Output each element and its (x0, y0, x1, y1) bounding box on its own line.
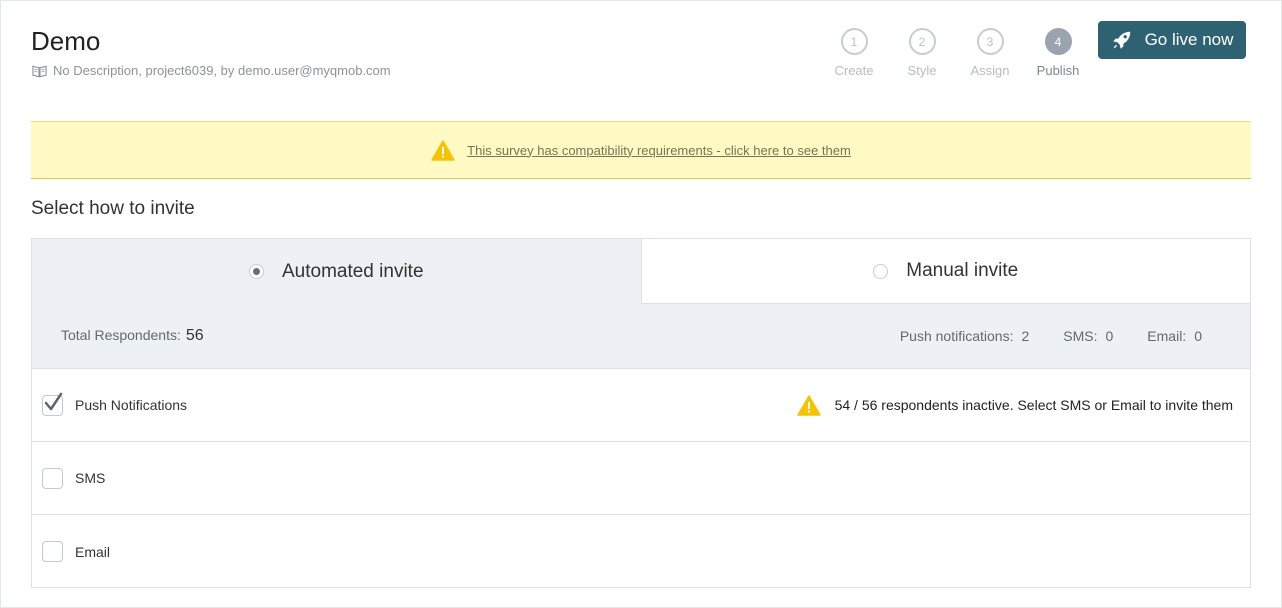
description-text: No Description, project6039, by demo.use… (53, 63, 391, 78)
tab-label: Automated invite (281, 260, 424, 282)
email-stat-value: 0 (1194, 328, 1202, 344)
tab-label: Manual invite (906, 260, 1019, 281)
sms-checkbox[interactable] (42, 467, 63, 489)
step-publish[interactable]: 4 Publish (1024, 28, 1092, 78)
channel-row-email: Email (32, 515, 1250, 588)
survey-title: Demo (31, 26, 101, 56)
total-respondents: Total Respondents: 56 (61, 327, 204, 345)
respondents-summary: Total Respondents: 56 Push notifications:… (32, 304, 1250, 369)
sms-stat-value: 0 (1105, 328, 1114, 344)
warning-icon (431, 139, 455, 161)
email-stat: Email: 0 (1147, 328, 1202, 344)
step-label: Assign (970, 63, 1010, 78)
step-create[interactable]: 1 Create (820, 28, 888, 78)
go-live-label: Go live now (1144, 30, 1234, 49)
push-stat-label: Push notifications: (899, 328, 1014, 344)
step-label: Create (834, 63, 874, 78)
inactive-warning-text: 54 / 56 respondents inactive. Select SMS… (834, 397, 1233, 413)
push-stat-value: 2 (1021, 328, 1030, 344)
channel-row-push: Push Notifications 54 / 56 respondents i… (32, 369, 1250, 442)
step-number: 1 (840, 28, 868, 55)
compatibility-banner: This survey has compatibility requiremen… (31, 121, 1251, 179)
invite-tabs: Automated invite Manual invite (32, 239, 1250, 304)
wizard-steps: 1 Create 2 Style 3 Assign 4 Publish (820, 28, 1092, 78)
book-icon (32, 65, 47, 77)
channel-stats: Push notifications: 2 SMS: 0 Email: 0 (900, 328, 1202, 344)
sms-stat-label: SMS: (1063, 328, 1098, 344)
tab-manual-invite[interactable]: Manual invite (640, 239, 1250, 304)
compatibility-link[interactable]: This survey has compatibility requiremen… (467, 143, 851, 158)
step-assign[interactable]: 3 Assign (956, 28, 1024, 78)
email-label: Email (75, 543, 111, 560)
manual-radio[interactable] (873, 263, 889, 279)
tab-automated-invite[interactable]: Automated invite (32, 239, 641, 304)
email-stat-label: Email: (1147, 328, 1187, 344)
go-live-button[interactable]: Go live now (1098, 21, 1246, 59)
push-checkbox[interactable] (42, 392, 63, 416)
step-number: 4 (1044, 28, 1072, 55)
total-value: 56 (185, 327, 204, 344)
channel-row-sms: SMS (32, 442, 1250, 515)
sms-stat: SMS: 0 (1063, 328, 1113, 344)
step-label: Style (907, 63, 937, 78)
total-label: Total Respondents: (61, 327, 181, 343)
section-title: Select how to invite (31, 198, 195, 219)
inactive-warning: 54 / 56 respondents inactive. Select SMS… (796, 394, 1233, 416)
email-checkbox[interactable] (42, 541, 63, 562)
invite-panel: Automated invite Manual invite Total Res… (31, 238, 1251, 588)
rocket-icon (1112, 31, 1130, 49)
automated-radio[interactable] (248, 264, 264, 279)
push-label: Push Notifications (75, 397, 188, 413)
survey-description: No Description, project6039, by demo.use… (32, 63, 391, 78)
step-label: Publish (1036, 63, 1080, 78)
push-stat: Push notifications: 2 (900, 328, 1029, 344)
checkmark-icon (44, 392, 63, 410)
step-number: 2 (908, 28, 936, 55)
warning-icon (796, 394, 821, 416)
step-number: 3 (976, 28, 1004, 55)
sms-label: SMS (75, 470, 106, 486)
step-style[interactable]: 2 Style (888, 28, 956, 78)
